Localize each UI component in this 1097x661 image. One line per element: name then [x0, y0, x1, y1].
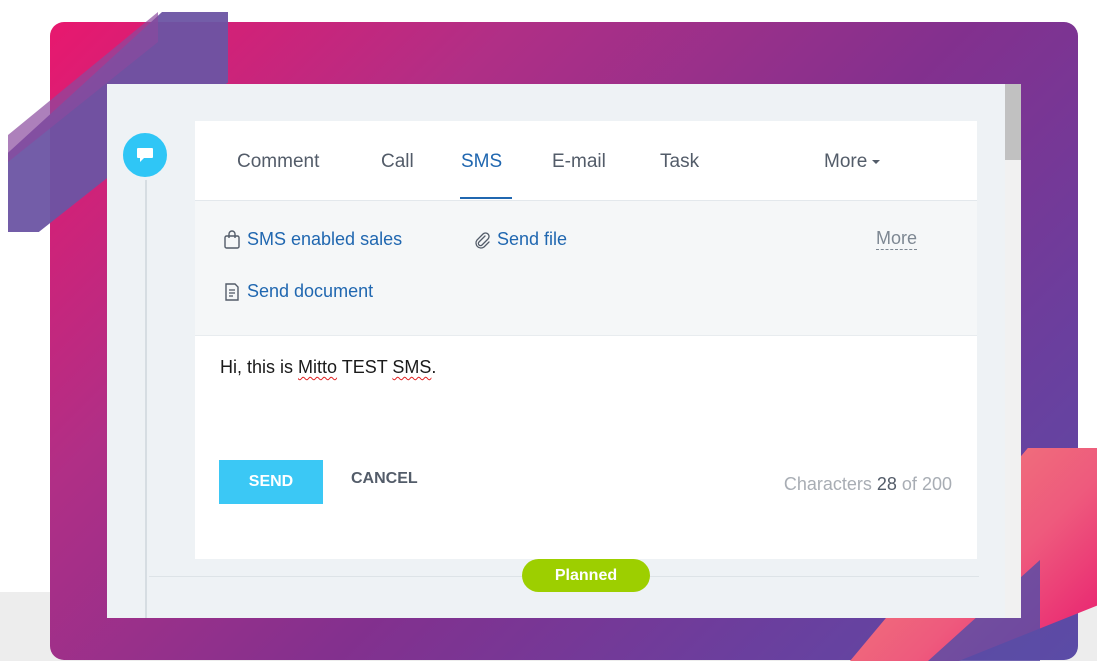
shopping-bag-icon — [224, 229, 240, 249]
counter-max: 200 — [921, 474, 952, 494]
cancel-button[interactable]: CANCEL — [351, 470, 418, 488]
activity-editor-card: Comment Call SMS E-mail Task More SMS en… — [195, 121, 977, 559]
spellcheck-word: Mitto — [298, 357, 338, 377]
send-document-link[interactable]: Send document — [223, 281, 373, 302]
timeline-line — [145, 170, 147, 618]
spellcheck-word: SMS — [392, 357, 432, 377]
scrollbar-thumb[interactable] — [1005, 84, 1021, 160]
page: Comment Call SMS E-mail Task More SMS en… — [0, 0, 1097, 661]
activity-tabs: Comment Call SMS E-mail Task More — [195, 121, 977, 201]
tab-task[interactable]: Task — [660, 151, 699, 173]
counter-of: of — [901, 474, 917, 494]
tab-email[interactable]: E-mail — [552, 151, 606, 173]
sms-enabled-sales-link[interactable]: SMS enabled sales — [223, 229, 402, 250]
send-file-link[interactable]: Send file — [473, 229, 567, 250]
tab-sms[interactable]: SMS — [461, 151, 502, 173]
chat-bubble-icon — [120, 130, 170, 180]
counter-label: Characters — [783, 474, 872, 494]
tab-more-dropdown[interactable]: More — [824, 151, 881, 173]
message-middle: TEST — [337, 357, 393, 377]
send-document-label: Send document — [247, 281, 374, 301]
paperclip-icon — [475, 231, 490, 249]
send-file-label: Send file — [497, 229, 568, 249]
crm-timeline-window: Comment Call SMS E-mail Task More SMS en… — [107, 84, 1021, 618]
planned-status-badge: Planned — [522, 559, 650, 592]
tab-call[interactable]: Call — [381, 151, 414, 173]
sms-message-textarea[interactable]: Hi, this is Mitto TEST SMS. — [220, 357, 436, 378]
sms-tools-bar: SMS enabled sales Send file Send documen… — [195, 201, 977, 336]
send-button[interactable]: SEND — [219, 460, 323, 504]
tab-comment[interactable]: Comment — [237, 151, 319, 173]
message-suffix: . — [431, 357, 437, 377]
message-prefix: Hi, this is — [220, 357, 299, 377]
tools-more-link[interactable]: More — [876, 227, 918, 250]
active-tab-indicator — [460, 197, 512, 199]
vertical-scrollbar[interactable] — [1005, 84, 1021, 618]
character-counter: Characters 28 of 200 — [784, 474, 952, 495]
counter-current: 28 — [876, 474, 897, 494]
tab-more-label: More — [824, 151, 868, 172]
chevron-down-icon — [872, 159, 881, 164]
document-icon — [225, 282, 239, 301]
sms-enabled-sales-label: SMS enabled sales — [247, 229, 403, 249]
